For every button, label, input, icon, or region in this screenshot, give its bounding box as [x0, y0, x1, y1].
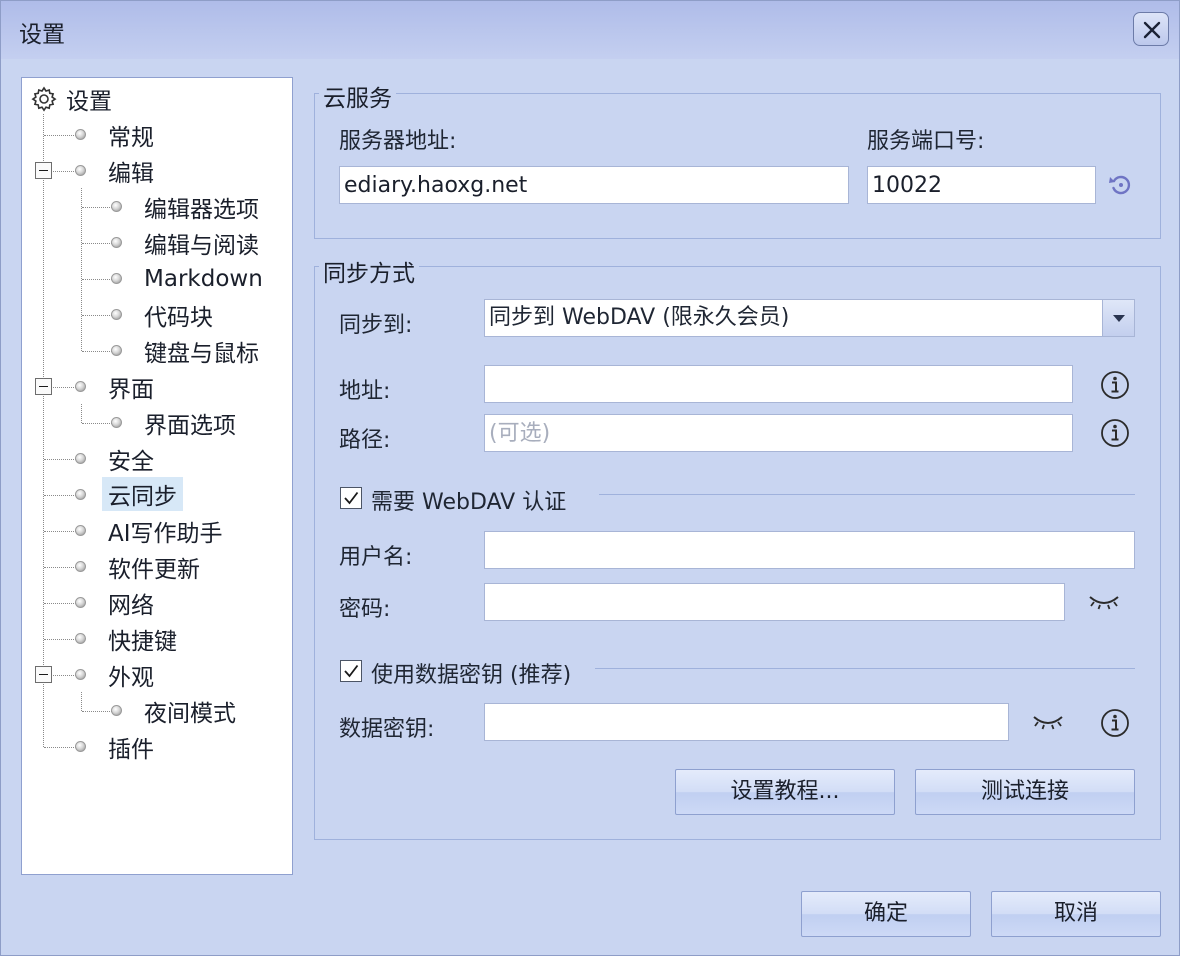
- server-port-label: 服务端口号:: [867, 129, 985, 154]
- checkmark-icon: [344, 491, 359, 505]
- tree-bullet-icon: [75, 633, 86, 644]
- setup-tutorial-button[interactable]: 设置教程...: [675, 769, 895, 815]
- tree-bullet-icon: [75, 129, 86, 140]
- tree-connector: [81, 188, 82, 351]
- tree-bullet-icon: [75, 597, 86, 608]
- ok-button[interactable]: 确定: [801, 891, 971, 937]
- server-port-input[interactable]: [867, 166, 1096, 204]
- tree-item-ai-assistant[interactable]: AI写作助手: [102, 514, 229, 548]
- info-icon[interactable]: [1100, 708, 1130, 738]
- tree-item-keyboard-mouse[interactable]: 键盘与鼠标: [138, 334, 265, 368]
- gear-icon: [31, 86, 57, 112]
- close-icon: [1143, 21, 1161, 39]
- cloud-service-title: 云服务: [319, 79, 396, 113]
- tree-item-general[interactable]: 常规: [102, 118, 160, 152]
- tree-bullet-icon: [111, 201, 122, 212]
- data-key-label: 数据密钥:: [339, 717, 435, 742]
- tree-item-code-block[interactable]: 代码块: [138, 298, 219, 332]
- tree-item-shortcuts[interactable]: 快捷键: [102, 622, 183, 656]
- chevron-down-icon[interactable]: [1102, 300, 1134, 336]
- tree-item-edit[interactable]: 编辑: [102, 154, 160, 188]
- tree-bullet-icon: [111, 417, 122, 428]
- tree-bullet-icon: [111, 237, 122, 248]
- tree-item-editor-options[interactable]: 编辑器选项: [138, 190, 265, 224]
- server-address-input[interactable]: [339, 166, 849, 204]
- tree-item-interface-options[interactable]: 界面选项: [138, 406, 242, 440]
- tree-bullet-icon: [111, 309, 122, 320]
- window-title: 设置: [19, 22, 65, 48]
- data-key-checkbox-label[interactable]: 使用数据密钥 (推荐): [371, 657, 571, 689]
- sync-title: 同步方式: [319, 254, 419, 288]
- tree-bullet-icon: [75, 669, 86, 680]
- settings-tree: 设置 常规 编辑 编辑器选项 编辑与阅读 Markdown 代码块 键盘与鼠标 …: [21, 77, 293, 875]
- tree-connector: [81, 404, 82, 423]
- separator: [595, 668, 1135, 669]
- tree-item-security[interactable]: 安全: [102, 442, 160, 476]
- test-connection-button[interactable]: 测试连接: [915, 769, 1135, 815]
- tree-bullet-icon: [75, 561, 86, 572]
- data-key-input[interactable]: [484, 703, 1009, 741]
- tree-connector: [81, 692, 82, 711]
- webdav-auth-checkbox[interactable]: [340, 487, 362, 509]
- username-input[interactable]: [484, 531, 1135, 569]
- path-input[interactable]: [484, 414, 1073, 452]
- tree-root-label: 设置: [66, 89, 112, 115]
- sync-to-value: 同步到 WebDAV (限永久会员): [489, 305, 790, 330]
- server-address-label: 服务器地址:: [339, 129, 457, 154]
- collapse-icon[interactable]: [35, 666, 52, 683]
- tree-item-interface[interactable]: 界面: [102, 370, 160, 404]
- tree-item-update[interactable]: 软件更新: [102, 550, 206, 584]
- tree-item-plugins[interactable]: 插件: [102, 730, 160, 764]
- path-label: 路径:: [339, 428, 391, 453]
- sync-to-label: 同步到:: [339, 313, 413, 338]
- tree-item-cloud-sync[interactable]: 云同步: [102, 477, 183, 511]
- title-bar: 设置: [1, 1, 1179, 59]
- tree-item-network[interactable]: 网络: [102, 586, 160, 620]
- cancel-button[interactable]: 取消: [991, 891, 1161, 937]
- address-label: 地址:: [339, 379, 391, 404]
- reset-icon[interactable]: [1108, 172, 1134, 198]
- info-icon[interactable]: [1100, 418, 1130, 448]
- webdav-auth-label[interactable]: 需要 WebDAV 认证: [371, 484, 566, 516]
- tree-bullet-icon: [111, 345, 122, 356]
- separator: [599, 494, 1135, 495]
- data-key-checkbox[interactable]: [340, 660, 362, 682]
- password-label: 密码:: [339, 597, 391, 622]
- tree-connector: [43, 114, 44, 747]
- tree-bullet-icon: [111, 273, 122, 284]
- tree-bullet-icon: [75, 165, 86, 176]
- tree-bullet-icon: [75, 525, 86, 536]
- tree-item-edit-read[interactable]: 编辑与阅读: [138, 226, 265, 260]
- tree-bullet-icon: [75, 453, 86, 464]
- info-icon[interactable]: [1100, 370, 1130, 400]
- tree-bullet-icon: [75, 741, 86, 752]
- tree-item-night-mode[interactable]: 夜间模式: [138, 694, 242, 728]
- username-label: 用户名:: [339, 545, 413, 570]
- eye-closed-icon[interactable]: [1032, 713, 1064, 733]
- address-input[interactable]: [484, 365, 1073, 403]
- tree-item-appearance[interactable]: 外观: [102, 658, 160, 692]
- sync-to-select[interactable]: 同步到 WebDAV (限永久会员): [484, 299, 1135, 337]
- tree-root[interactable]: 设置: [30, 82, 112, 116]
- close-button[interactable]: [1133, 12, 1169, 46]
- tree-item-markdown[interactable]: Markdown: [138, 262, 269, 296]
- collapse-icon[interactable]: [35, 378, 52, 395]
- checkmark-icon: [344, 664, 359, 678]
- tree-bullet-icon: [111, 705, 122, 716]
- collapse-icon[interactable]: [35, 162, 52, 179]
- tree-bullet-icon: [75, 381, 86, 392]
- eye-closed-icon[interactable]: [1088, 593, 1120, 613]
- settings-dialog: 设置 设置 常规 编辑 编辑器选项 编辑与阅读 Markdown 代码块 键盘与…: [0, 0, 1180, 956]
- tree-bullet-icon: [75, 489, 86, 500]
- password-input[interactable]: [484, 583, 1065, 621]
